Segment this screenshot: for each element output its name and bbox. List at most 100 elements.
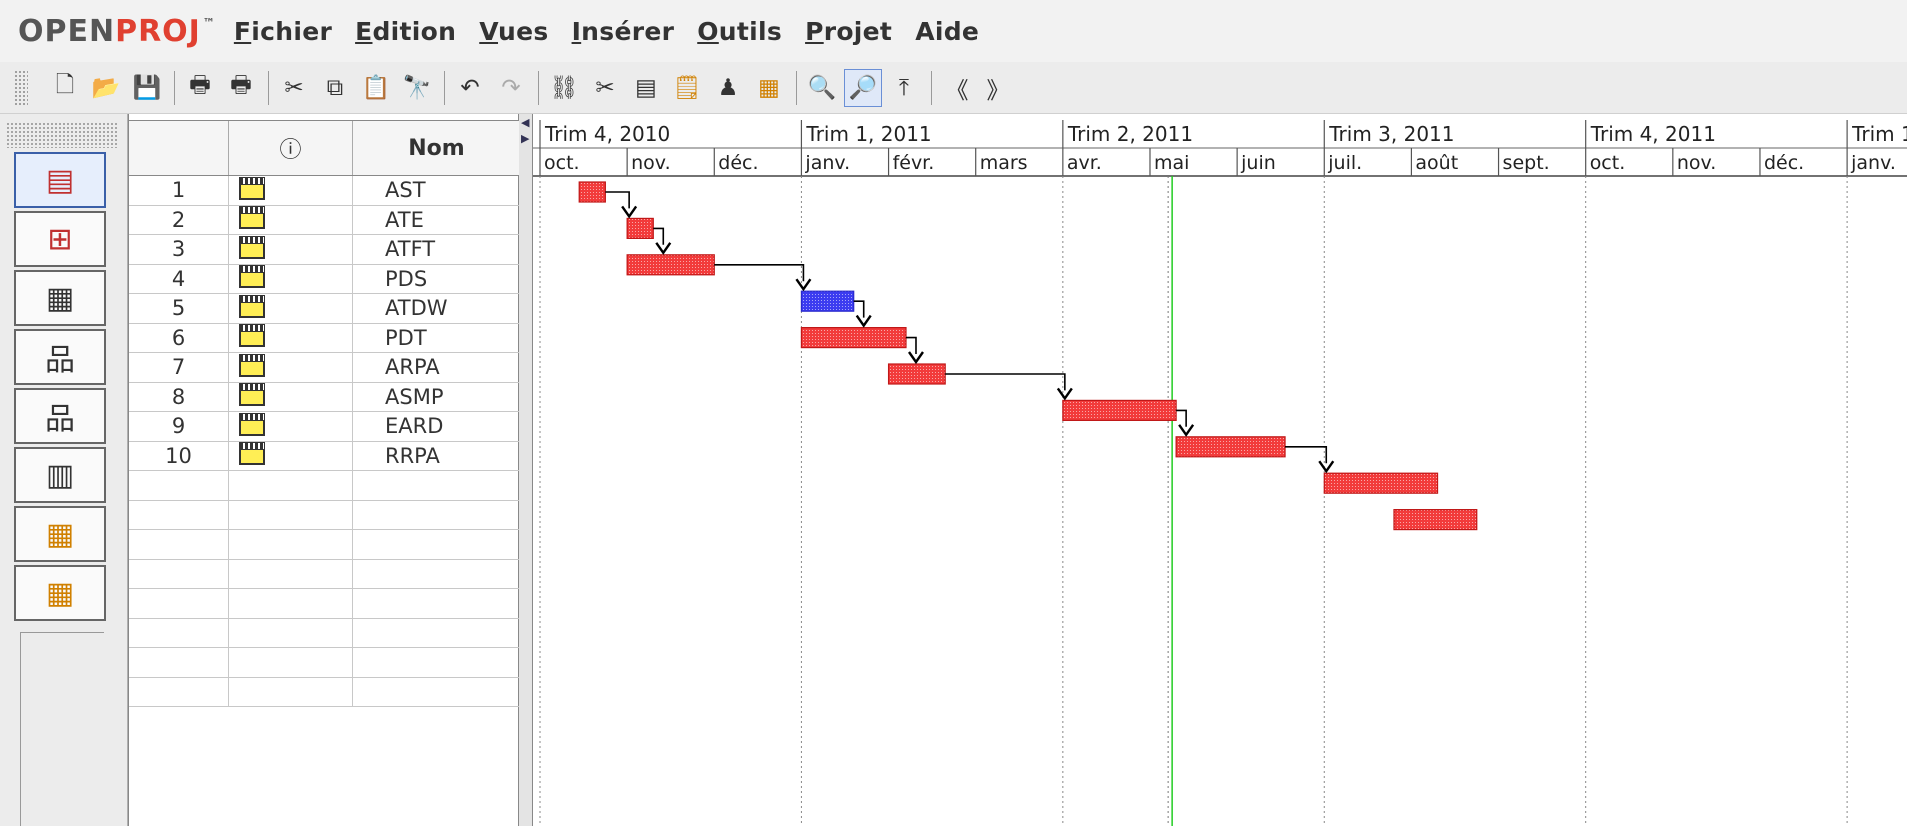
table-row[interactable] <box>129 648 520 678</box>
task-name[interactable]: EARD <box>353 412 520 441</box>
new-document-button[interactable]: 🗋 <box>46 69 84 107</box>
scroll-to-task-button[interactable]: ⤒ <box>885 69 923 107</box>
table-row[interactable]: 7 ARPA <box>129 353 520 383</box>
table-row[interactable]: 8 ASMP <box>129 382 520 412</box>
task-name[interactable]: ATE <box>353 206 520 235</box>
wbs-view-button[interactable]: 品 <box>14 329 106 385</box>
split-pane-divider[interactable]: ◀ ▶ <box>519 114 533 826</box>
menu-projet[interactable]: Projet <box>805 17 892 46</box>
table-row[interactable] <box>129 618 520 648</box>
table-row[interactable] <box>129 559 520 589</box>
rbs-view-button[interactable]: 品 <box>14 388 106 444</box>
task-bar[interactable] <box>1175 436 1286 458</box>
row-number <box>129 530 229 559</box>
task-name[interactable]: ATFT <box>353 235 520 264</box>
task-name[interactable] <box>353 648 520 677</box>
menu-mnemonic: F <box>233 16 252 46</box>
task-name[interactable] <box>353 501 520 530</box>
task-name[interactable]: ATDW <box>353 294 520 323</box>
task-name[interactable] <box>353 619 520 648</box>
task-bar[interactable] <box>578 181 606 203</box>
table-row[interactable]: 5 ATDW <box>129 294 520 324</box>
menu-insérer[interactable]: Insérer <box>572 17 675 46</box>
menu-vues[interactable]: Vues <box>479 17 548 46</box>
undo-button[interactable]: ↶ <box>451 69 489 107</box>
table-row[interactable] <box>129 589 520 619</box>
task-name[interactable] <box>353 589 520 618</box>
row-indicator <box>229 618 353 647</box>
gantt-svg[interactable]: Trim 4, 2010 Trim 1, 2011 Trim 2, 2011 Trim… <box>533 120 1907 826</box>
task-name[interactable]: PDS <box>353 265 520 294</box>
table-row[interactable] <box>129 530 520 560</box>
table-row[interactable]: 4 PDS <box>129 264 520 294</box>
table-row[interactable]: 6 PDT <box>129 323 520 353</box>
gantt-view-button[interactable]: ▤ <box>14 152 106 208</box>
task-bar[interactable] <box>1393 509 1478 531</box>
table-row[interactable]: 9 EARD <box>129 412 520 442</box>
task-information-button[interactable]: ▤ <box>627 69 665 107</box>
table-row[interactable]: 1 AST <box>129 176 520 206</box>
task-name[interactable]: ASMP <box>353 383 520 412</box>
toolbar-grip[interactable] <box>14 69 28 106</box>
zoom-in-button[interactable]: 🔍 <box>803 69 841 107</box>
resource-usage-view-button[interactable]: ▦ <box>14 270 106 326</box>
header-name[interactable]: Nom <box>353 121 520 175</box>
table-row[interactable]: 10 RRPA <box>129 441 520 471</box>
redo-button[interactable]: ↷ <box>492 69 530 107</box>
table-row[interactable] <box>129 677 520 707</box>
projects-view-button[interactable]: ▦ <box>14 565 106 621</box>
notes-button[interactable]: 🗒 <box>668 69 706 107</box>
task-bar[interactable] <box>626 217 654 240</box>
row-indicator <box>229 471 353 500</box>
task-name[interactable] <box>353 678 520 707</box>
task-bar[interactable] <box>887 363 946 385</box>
table-row[interactable]: 3 ATFT <box>129 235 520 265</box>
paste-button[interactable]: 📋 <box>357 69 395 107</box>
previous-button[interactable]: 《 <box>938 69 976 107</box>
find-binoculars-button[interactable]: 🔭 <box>398 69 436 107</box>
task-bar[interactable] <box>1323 472 1439 494</box>
menu-outils[interactable]: Outils <box>697 17 782 46</box>
table-row[interactable] <box>129 471 520 501</box>
print-button[interactable]: 🖶 <box>181 69 219 107</box>
task-name[interactable]: RRPA <box>353 442 520 471</box>
menu-fichier[interactable]: Fichier <box>234 17 332 46</box>
copy-button[interactable]: ⧉ <box>316 69 354 107</box>
task-name[interactable] <box>353 530 520 559</box>
task-bar[interactable] <box>626 254 715 276</box>
table-row[interactable]: 2 ATE <box>129 205 520 235</box>
expand-right-arrow-icon[interactable]: ▶ <box>521 132 529 145</box>
network-view-button[interactable]: ⊞ <box>14 211 106 267</box>
task-bar[interactable] <box>1062 399 1177 421</box>
next-button[interactable]: 》 <box>979 69 1017 107</box>
task-name[interactable]: PDT <box>353 324 520 353</box>
menu-edition[interactable]: Edition <box>355 17 456 46</box>
header-row-number[interactable] <box>129 121 229 175</box>
open-folder-button[interactable]: 📂 <box>87 69 125 107</box>
header-indicators-icon[interactable]: ⓘ <box>229 121 353 175</box>
task-name[interactable] <box>353 560 520 589</box>
row-indicator <box>229 589 353 618</box>
assign-resource-button[interactable]: ♟ <box>709 69 747 107</box>
unlink-tasks-button[interactable]: ✂ <box>586 69 624 107</box>
task-name[interactable] <box>353 471 520 500</box>
task-bar[interactable] <box>800 327 907 349</box>
grid-button[interactable]: ▦ <box>750 69 788 107</box>
row-indicator <box>229 235 353 264</box>
menu-aide[interactable]: Aide <box>915 17 979 46</box>
task-usage-view-button[interactable]: ▥ <box>14 447 106 503</box>
zoom-out-button[interactable]: 🔎 <box>844 68 882 107</box>
view-bar-grip[interactable] <box>6 122 118 148</box>
print-preview-button[interactable]: 🖶 <box>222 69 260 107</box>
save-disk-button[interactable]: 💾 <box>128 69 166 107</box>
report-view-button[interactable]: ▦ <box>14 506 106 562</box>
task-name[interactable]: AST <box>353 176 520 205</box>
task-bar[interactable] <box>800 290 855 312</box>
task-name[interactable]: ARPA <box>353 353 520 382</box>
link-tasks-button[interactable]: ⛓ <box>545 69 583 107</box>
table-row[interactable] <box>129 500 520 530</box>
row-indicator <box>229 412 353 441</box>
collapse-left-arrow-icon[interactable]: ◀ <box>521 116 529 129</box>
cut-scissors-button[interactable]: ✂ <box>275 69 313 107</box>
gantt-chart[interactable]: Trim 4, 2010 Trim 1, 2011 Trim 2, 2011 Trim… <box>533 120 1907 826</box>
